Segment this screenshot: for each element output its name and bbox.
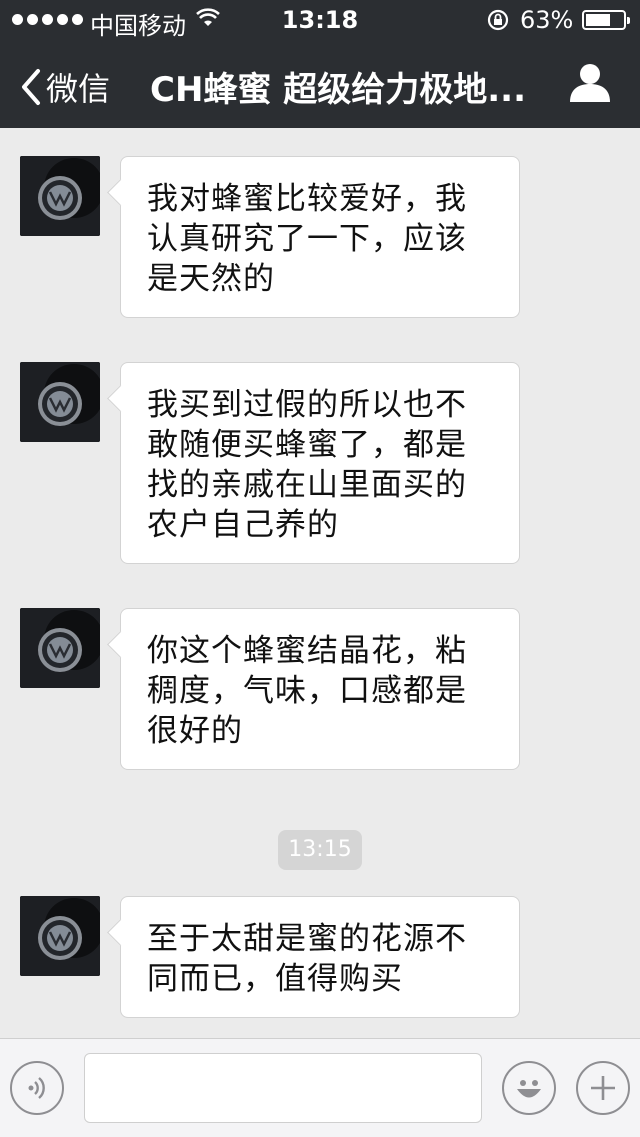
voice-button[interactable] xyxy=(10,1061,64,1115)
nav-bar: 微信 CH蜂蜜 超级给力极地... xyxy=(0,40,640,128)
back-button[interactable]: 微信 xyxy=(18,64,110,110)
battery-percent: 63% xyxy=(520,6,574,34)
person-icon[interactable] xyxy=(568,60,612,104)
chat-title: CH蜂蜜 超级给力极地... xyxy=(150,70,526,110)
voice-icon xyxy=(28,1077,45,1099)
message-input[interactable] xyxy=(84,1053,482,1123)
emoji-button[interactable] xyxy=(502,1061,556,1115)
car-badge-icon xyxy=(20,896,100,976)
top-bar: 中国移动 13:18 63% 微信 CH蜂蜜 超级给力极地... xyxy=(0,0,640,128)
message-bubble[interactable]: 我买到过假的所以也不敢随便买蜂蜜了，都是找的亲戚在山里面买的农户自己养的 xyxy=(120,362,520,564)
status-bar: 中国移动 13:18 63% xyxy=(0,0,640,40)
avatar[interactable] xyxy=(20,896,100,976)
plus-icon xyxy=(591,1076,615,1100)
message-bubble[interactable]: 至于太甜是蜜的花源不同而已，值得购买 xyxy=(120,896,520,1018)
car-badge-icon xyxy=(20,156,100,236)
avatar[interactable] xyxy=(20,362,100,442)
timestamp-badge: 13:15 xyxy=(278,830,362,870)
rotation-lock-icon xyxy=(487,9,509,31)
car-badge-icon xyxy=(20,608,100,688)
battery-icon xyxy=(582,10,630,30)
message-bubble[interactable]: 我对蜂蜜比较爱好，我认真研究了一下，应该是天然的 xyxy=(120,156,520,318)
input-bar xyxy=(0,1038,640,1137)
chat-area[interactable]: 我对蜂蜜比较爱好，我认真研究了一下，应该是天然的 我买到过假的所以也不敢随便买蜂… xyxy=(0,128,640,1038)
message-bubble[interactable]: 你这个蜂蜜结晶花，粘稠度，气味，口感都是很好的 xyxy=(120,608,520,770)
avatar[interactable] xyxy=(20,608,100,688)
avatar[interactable] xyxy=(20,156,100,236)
car-badge-icon xyxy=(20,362,100,442)
chevron-left-icon xyxy=(22,69,40,105)
emoji-icon xyxy=(517,1080,541,1098)
plus-button[interactable] xyxy=(576,1061,630,1115)
back-label: 微信 xyxy=(46,70,111,108)
